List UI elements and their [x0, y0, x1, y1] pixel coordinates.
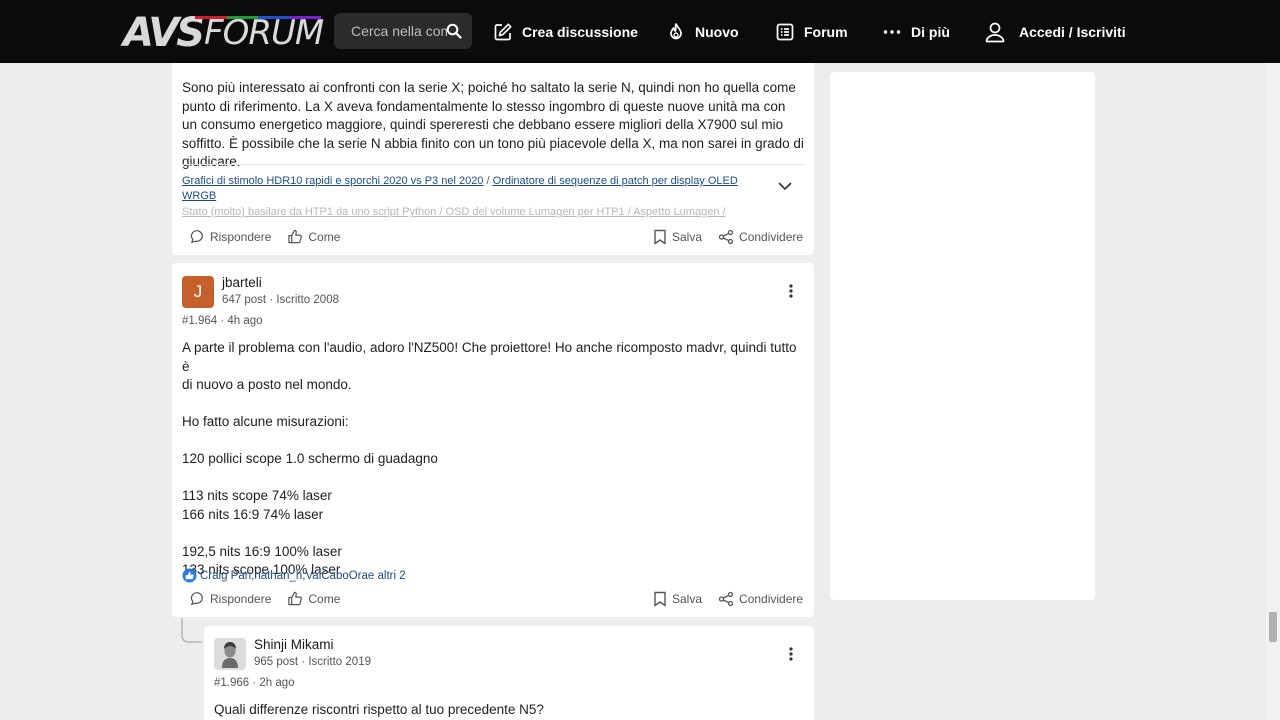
thumbs-up-icon: [288, 229, 303, 244]
post-2-line: [182, 432, 804, 451]
post-2-line: 166 nits 16:9 74% laser: [182, 506, 324, 522]
post-2-body: A parte il problema con l'audio, adoro l…: [182, 339, 804, 580]
page-scrollbar[interactable]: [1266, 63, 1280, 720]
reply-label: Rispondere: [210, 591, 272, 606]
post-1-signature: Grafici di stimolo HDR10 rapidi e sporch…: [182, 174, 742, 219]
post-meta[interactable]: #1.964 · 4h ago: [182, 315, 263, 327]
logo-avs-text: AVS: [123, 10, 205, 56]
signature-divider: [182, 164, 804, 165]
post-2-line: [182, 469, 804, 488]
avatar[interactable]: J: [182, 276, 214, 308]
sidebar-panel: [830, 72, 1095, 600]
list-icon: [776, 23, 794, 41]
more-button[interactable]: Di più: [882, 20, 950, 44]
reply-button[interactable]: Rispondere: [190, 591, 271, 606]
avatar[interactable]: [214, 638, 246, 670]
post-2-line: [182, 524, 804, 543]
like-label: Come: [308, 591, 341, 606]
likes-names: Craig Pari,nathan_h,VaiCaboOrae altri 2: [200, 569, 406, 582]
post-2-actions-left: Rispondere Come: [190, 591, 356, 606]
post-3-body: Quali differenze riscontri rispetto al t…: [214, 702, 544, 717]
reply-thread-connector: [181, 618, 202, 643]
kebab-menu-icon[interactable]: [783, 646, 799, 662]
login-button[interactable]: Accedi / Iscriviti: [984, 20, 1126, 44]
save-label: Salva: [672, 592, 703, 606]
post-2-actions-right: Salva Condividere: [653, 591, 803, 607]
username[interactable]: Shinji Mikami: [254, 637, 334, 652]
save-button[interactable]: Salva: [653, 229, 702, 245]
share-label: Condividere: [739, 592, 804, 606]
user-photo-icon: [214, 638, 246, 670]
logo-color-bars: [195, 16, 321, 19]
reply-label: Rispondere: [210, 229, 272, 244]
edit-icon: [494, 23, 512, 41]
avsforum-logo[interactable]: AVS FORUM: [123, 10, 324, 56]
share-button[interactable]: Condividere: [718, 229, 803, 245]
kebab-menu-icon[interactable]: [783, 283, 799, 299]
share-button[interactable]: Condividere: [718, 591, 803, 607]
post-2-line: 192,5 nits 16:9 100% laser: [182, 543, 342, 559]
new-button[interactable]: Nuovo: [666, 20, 739, 44]
more-label: Di più: [911, 24, 950, 40]
new-label: Nuovo: [695, 24, 739, 40]
create-discussion-button[interactable]: Crea discussione: [493, 20, 638, 44]
save-button[interactable]: Salva: [653, 591, 702, 607]
search-icon[interactable]: [446, 23, 462, 39]
create-discussion-label: Crea discussione: [522, 24, 638, 40]
login-label: Accedi / Iscriviti: [1019, 24, 1126, 40]
username[interactable]: jbarteli: [222, 275, 262, 290]
bookmark-icon: [654, 591, 666, 607]
flame-icon: [670, 23, 682, 40]
logo-color-bar: [226, 16, 258, 19]
post-meta[interactable]: #1.966 · 2h ago: [214, 677, 295, 689]
reply-button[interactable]: Rispondere: [190, 229, 271, 244]
search-input[interactable]: [351, 23, 447, 39]
share-icon: [718, 229, 734, 245]
signature-faded-links[interactable]: Stato (molto) basilare da HTP1 da uno sc…: [182, 205, 742, 219]
forum-button[interactable]: Forum: [775, 20, 848, 44]
logo-color-bar: [258, 16, 290, 19]
user-meta: 647 post · Iscritto 2008: [222, 294, 339, 306]
like-reaction-icon: [182, 568, 197, 583]
scrollbar-thumb[interactable]: [1269, 612, 1277, 642]
post-1-body: Sono più interessato ai confronti con la…: [182, 80, 804, 169]
like-button[interactable]: Come: [287, 229, 340, 244]
signature-separator: /: [486, 175, 490, 187]
user-icon: [985, 22, 1005, 43]
post-1-actions-right: Salva Condividere: [653, 229, 803, 245]
post-2-line: 113 nits scope 74% laser: [182, 488, 332, 503]
user-meta: 965 post · Iscritto 2019: [254, 656, 371, 668]
logo-color-bar: [289, 16, 321, 19]
bookmark-icon: [654, 229, 666, 245]
share-label: Condividere: [739, 230, 804, 244]
likes-summary[interactable]: Craig Pari,nathan_h,VaiCaboOrae altri 2: [182, 568, 406, 583]
logo-forum-text: FORUM: [204, 13, 324, 53]
signature-link-hdr10[interactable]: Grafici di stimolo HDR10 rapidi e sporch…: [182, 175, 483, 187]
post-2-line: A parte il problema con l'audio, adoro l…: [182, 340, 797, 374]
comment-icon: [190, 230, 203, 244]
logo-color-bar: [195, 16, 227, 19]
like-button[interactable]: Come: [287, 591, 340, 606]
forum-label: Forum: [804, 24, 848, 40]
post-2-line: [182, 395, 804, 414]
thumbs-up-icon: [288, 591, 303, 606]
comment-icon: [190, 592, 203, 606]
search-box[interactable]: [334, 13, 472, 49]
post-2-line: 120 pollici scope 1.0 schermo di guadagn…: [182, 451, 438, 466]
more-dots-icon: [883, 30, 901, 34]
post-2-line: Ho fatto alcune misurazioni:: [182, 414, 349, 429]
site-header: AVS FORUM Crea discussione Nuovo: [0, 0, 1280, 63]
post-1-actions-left: Rispondere Come: [190, 229, 356, 244]
share-icon: [718, 591, 734, 607]
like-label: Come: [308, 229, 341, 244]
chevron-down-icon[interactable]: [777, 178, 793, 194]
save-label: Salva: [672, 230, 703, 244]
post-2-line: di nuovo a posto nel mondo.: [182, 377, 352, 392]
